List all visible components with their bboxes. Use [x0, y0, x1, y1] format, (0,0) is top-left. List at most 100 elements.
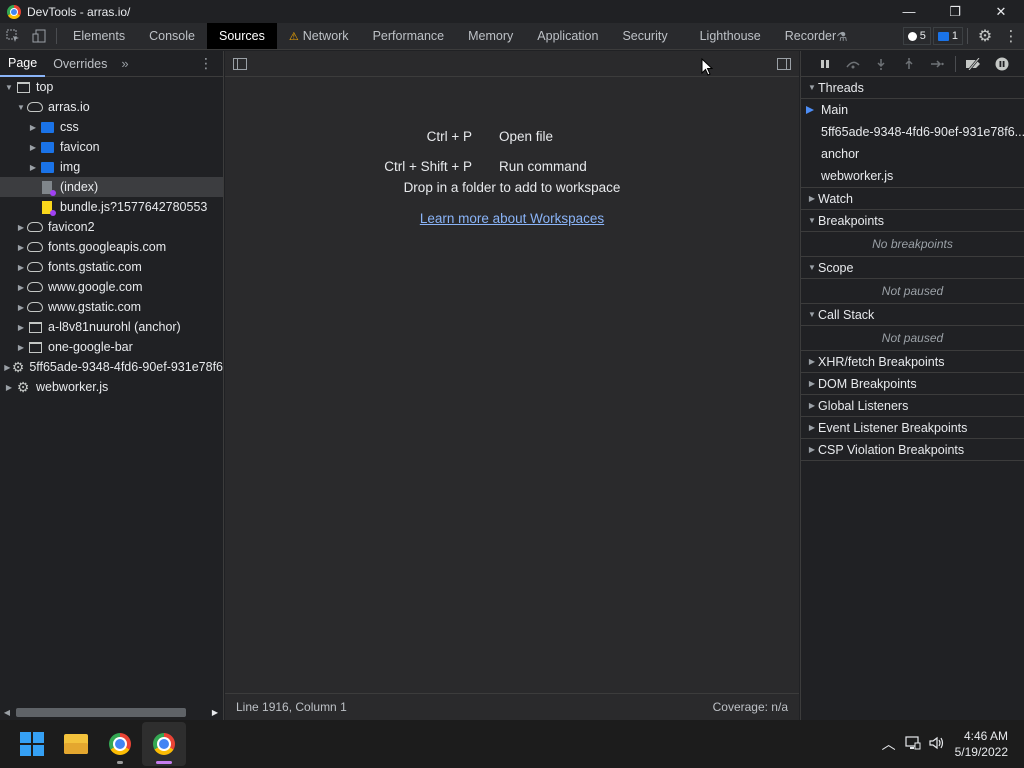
shortcut-row: Ctrl + Shift + P Run command: [225, 151, 799, 181]
worker-gear-icon: ⚙: [16, 379, 30, 395]
chrome-icon: [109, 733, 131, 755]
step-icon[interactable]: [923, 53, 951, 75]
tree-item[interactable]: ▼ arras.io: [0, 97, 223, 117]
tree-item[interactable]: bundle.js?1577642780553: [0, 197, 223, 217]
taskbar-clock[interactable]: 4:46 AM 5/19/2022: [955, 728, 1008, 760]
tree-item-label: img: [60, 160, 81, 174]
scrollbar-thumb[interactable]: [16, 708, 186, 717]
section-csp-violation-breakpoints[interactable]: ▶ CSP Violation Breakpoints: [801, 439, 1024, 461]
restore-button[interactable]: ❐: [932, 0, 978, 23]
learn-workspaces-link[interactable]: Learn more about Workspaces: [225, 211, 799, 226]
collapsed-arrow-icon: ▶: [29, 162, 37, 172]
more-options-icon[interactable]: ⋮: [998, 23, 1024, 49]
thread-item[interactable]: webworker.js: [801, 165, 1024, 187]
tab-sources[interactable]: Sources: [206, 23, 277, 49]
tree-item[interactable]: ▶ ⚙ 5ff65ade-9348-4fd6-90ef-931e78f6: [0, 357, 223, 377]
tree-item[interactable]: (index): [0, 177, 223, 197]
more-tabs-icon[interactable]: »: [115, 56, 134, 71]
navigator-tabs: Page Overrides » ⋮: [0, 51, 223, 77]
tab-page[interactable]: Page: [0, 51, 46, 77]
chrome-taskbar-button[interactable]: [98, 722, 142, 766]
mouse-cursor-icon: [701, 58, 713, 76]
issues-counter[interactable]: 5: [902, 27, 931, 45]
section-call-stack[interactable]: ▼ Call Stack: [801, 304, 1024, 326]
thread-item[interactable]: anchor: [801, 143, 1024, 165]
tab-lighthouse[interactable]: Lighthouse: [680, 23, 773, 49]
tree-item[interactable]: ▶ favicon2: [0, 217, 223, 237]
deactivate-breakpoints-icon[interactable]: [960, 53, 988, 75]
inspect-element-icon[interactable]: [0, 23, 26, 49]
tab-label: Performance: [372, 29, 445, 43]
pause-on-exceptions-icon[interactable]: [988, 53, 1016, 75]
close-button[interactable]: ✕: [978, 0, 1024, 23]
windows-taskbar: ︿ 4:46 AM 5/19/2022: [0, 720, 1024, 768]
cloud-icon: [27, 240, 43, 254]
section-xhr-fetch-breakpoints[interactable]: ▶ XHR/fetch Breakpoints: [801, 351, 1024, 373]
tree-item[interactable]: ▶ www.google.com: [0, 277, 223, 297]
tree-item[interactable]: ▶ img: [0, 157, 223, 177]
section-event-listener-breakpoints[interactable]: ▶ Event Listener Breakpoints: [801, 417, 1024, 439]
network-icon[interactable]: [901, 735, 925, 753]
section-label: Scope: [818, 260, 854, 275]
toggle-debugger-icon[interactable]: [777, 57, 791, 70]
tree-item[interactable]: ▶ a-l8v81nuurohl (anchor): [0, 317, 223, 337]
tree-item[interactable]: ▶ css: [0, 117, 223, 137]
volume-icon[interactable]: [925, 736, 949, 753]
cursor-position: Line 1916, Column 1: [236, 700, 347, 714]
tab-recorder[interactable]: Recorder ⚗: [773, 23, 860, 49]
tab-performance[interactable]: Performance: [361, 23, 457, 49]
panel-tabs: Elements Console Sources ⚠ Network Performanc…: [61, 23, 859, 49]
frame-icon: [15, 80, 31, 94]
step-into-icon[interactable]: [867, 53, 895, 75]
file-explorer-button[interactable]: [54, 722, 98, 766]
device-toolbar-icon[interactable]: [26, 23, 52, 49]
section-threads[interactable]: ▼ Threads: [801, 77, 1024, 99]
tab-application[interactable]: Application: [525, 23, 610, 49]
toggle-navigator-icon[interactable]: [233, 57, 247, 70]
tab-overrides[interactable]: Overrides: [45, 51, 115, 77]
collapsed-arrow-icon: ▶: [17, 302, 25, 312]
section-global-listeners[interactable]: ▶ Global Listeners: [801, 395, 1024, 417]
tab-memory[interactable]: Memory: [456, 23, 525, 49]
tree-item[interactable]: ▶ one-google-bar: [0, 337, 223, 357]
tab-console[interactable]: Console: [137, 23, 207, 49]
tree-item[interactable]: ▼ top: [0, 77, 223, 97]
coverage-status[interactable]: Coverage: n/a: [713, 700, 788, 714]
chevron-up-icon[interactable]: ︿: [877, 734, 901, 754]
collapsed-arrow-icon: ▶: [17, 222, 25, 232]
step-out-icon[interactable]: [895, 53, 923, 75]
tree-item[interactable]: ▶ favicon: [0, 137, 223, 157]
section-dom-breakpoints[interactable]: ▶ DOM Breakpoints: [801, 373, 1024, 395]
settings-gear-icon[interactable]: ⚙: [972, 23, 998, 49]
tree-item[interactable]: ▶ fonts.googleapis.com: [0, 237, 223, 257]
messages-counter[interactable]: 1: [932, 27, 963, 45]
section-scope[interactable]: ▼ Scope: [801, 257, 1024, 279]
tree-item[interactable]: ▶ www.gstatic.com: [0, 297, 223, 317]
debugger-sections: ▶ Watch ▼ Breakpoints No breakpoints ▼ Scope No…: [801, 188, 1024, 461]
tree-item[interactable]: ▶ ⚙ webworker.js: [0, 377, 223, 397]
tab-security[interactable]: Security: [610, 23, 679, 49]
thread-label: webworker.js: [821, 169, 894, 183]
document-icon: [39, 180, 56, 196]
tab-elements[interactable]: Elements: [61, 23, 137, 49]
thread-item[interactable]: Main: [801, 99, 1024, 121]
tree-item-label: one-google-bar: [48, 340, 133, 354]
thread-item[interactable]: 5ff65ade-9348-4fd6-90ef-931e78f6...: [801, 121, 1024, 143]
step-over-icon[interactable]: [839, 53, 867, 75]
scroll-right-icon[interactable]: ▶: [208, 708, 222, 717]
section-label: Breakpoints: [818, 213, 885, 228]
minimize-button[interactable]: —: [886, 0, 932, 23]
tab-network[interactable]: ⚠ Network: [277, 23, 361, 49]
section-breakpoints[interactable]: ▼ Breakpoints: [801, 210, 1024, 232]
start-button[interactable]: [10, 722, 54, 766]
cloud-icon: [27, 220, 43, 234]
navigator-menu-icon[interactable]: ⋮: [189, 55, 223, 72]
tree-item[interactable]: ▶ fonts.gstatic.com: [0, 257, 223, 277]
expanded-arrow-icon: ▼: [808, 83, 816, 92]
sources-navigator: Page Overrides » ⋮ ▼ top ▼ arras.io ▶ css ▶ fav…: [0, 51, 224, 720]
section-watch[interactable]: ▶ Watch: [801, 188, 1024, 210]
pause-icon[interactable]: [811, 53, 839, 75]
horizontal-scrollbar[interactable]: ◀ ▶: [0, 704, 223, 720]
devtools-taskbar-button[interactable]: [142, 722, 186, 766]
scroll-left-icon[interactable]: ◀: [0, 708, 14, 717]
